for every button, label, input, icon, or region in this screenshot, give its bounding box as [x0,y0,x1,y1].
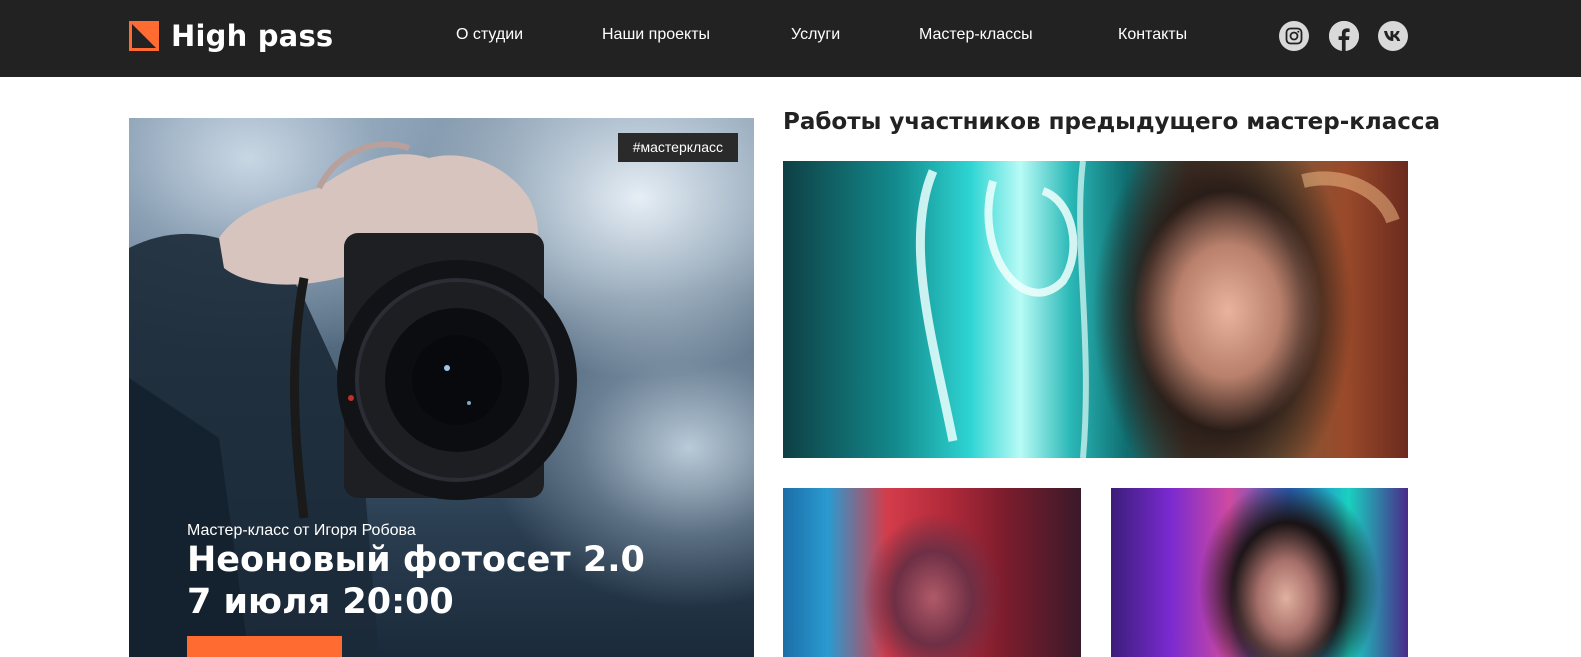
vk-icon [1384,31,1401,41]
hero-title-line1: Неоновый фотосет 2.0 [187,540,645,580]
hero-cta-button[interactable] [187,636,342,657]
hero-tag[interactable]: #мастеркласс [617,133,738,162]
gallery-photo-3[interactable] [1111,488,1408,657]
nav-item-projects[interactable]: Наши проекты [602,26,710,44]
nav-item-services[interactable]: Услуги [791,26,840,44]
instagram-icon [1285,27,1303,45]
hero-title-line2: 7 июля 20:00 [187,582,454,622]
hero-title: Неоновый фотосет 2.0 7 июля 20:00 [187,539,645,623]
logo-text: High pass [171,19,334,53]
gallery-photo-2[interactable] [783,488,1081,657]
nav-item-contacts[interactable]: Контакты [1118,26,1187,44]
facebook-icon [1329,21,1359,51]
logo-mark-icon [129,21,159,51]
vk-button[interactable] [1378,21,1408,51]
hero-banner: #мастеркласс Мастер-класс от Игоря Робов… [129,118,754,657]
gallery-photo-1[interactable] [783,161,1408,458]
nav-item-about[interactable]: О студии [456,26,523,44]
neon-sign-graphic [915,161,1400,458]
gallery-title: Работы участников предыдущего мастер-кла… [783,109,1441,135]
nav-item-masterclasses[interactable]: Мастер-классы [919,26,1033,44]
hero-subtitle: Мастер-класс от Игоря Робова [187,522,416,539]
instagram-button[interactable] [1279,21,1309,51]
logo[interactable]: High pass [129,19,334,53]
facebook-button[interactable] [1329,21,1359,51]
site-header: High pass О студии Наши проекты Услуги М… [0,0,1581,77]
